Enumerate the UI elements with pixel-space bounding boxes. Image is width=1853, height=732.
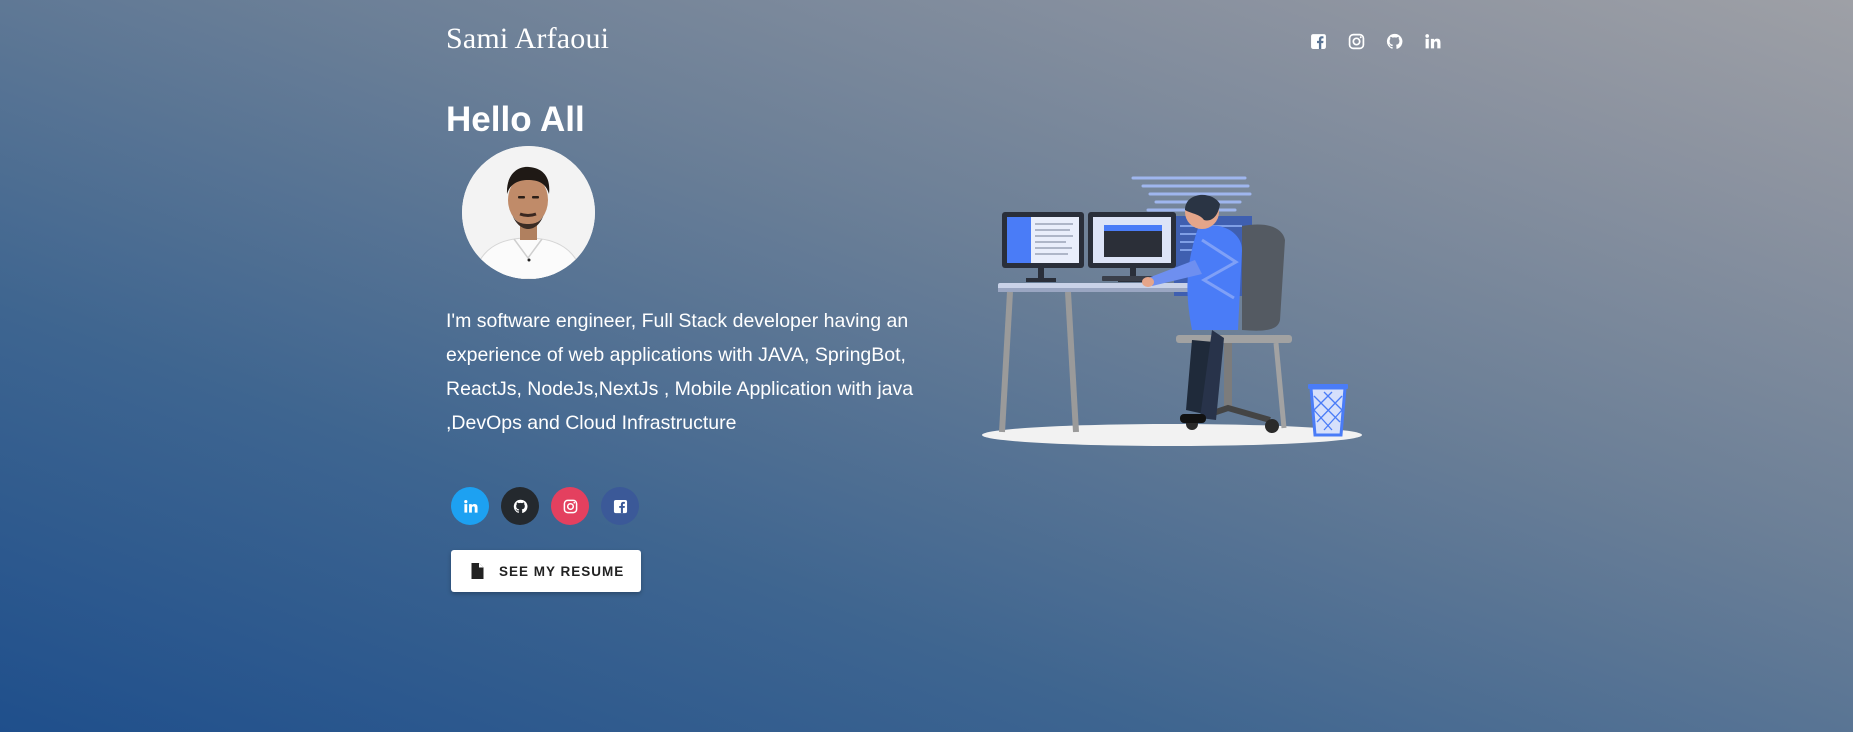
linkedin-icon[interactable] — [1423, 32, 1441, 50]
resume-label: SEE MY RESUME — [499, 563, 625, 579]
facebook-icon — [613, 499, 627, 513]
page-title: Hello All — [446, 100, 585, 139]
facebook-icon[interactable] — [1309, 32, 1327, 50]
file-icon — [471, 563, 484, 579]
header-social-links — [1309, 32, 1441, 50]
linkedin-icon — [463, 499, 478, 513]
instagram-icon — [563, 499, 577, 513]
github-icon[interactable] — [1385, 32, 1403, 50]
brand-name[interactable]: Sami Arfaoui — [446, 22, 609, 56]
github-button[interactable] — [501, 487, 539, 525]
instagram-button[interactable] — [551, 487, 589, 525]
bio-text: I'm software engineer, Full Stack develo… — [446, 310, 914, 434]
facebook-button[interactable] — [601, 487, 639, 525]
linkedin-button[interactable] — [451, 487, 489, 525]
see-resume-button[interactable]: SEE MY RESUME — [451, 550, 641, 592]
github-icon — [513, 499, 527, 513]
social-buttons — [451, 487, 639, 525]
avatar — [462, 146, 595, 279]
developer-illustration — [980, 170, 1365, 455]
site-header: Sami Arfaoui — [446, 22, 1441, 62]
instagram-icon[interactable] — [1347, 32, 1365, 50]
